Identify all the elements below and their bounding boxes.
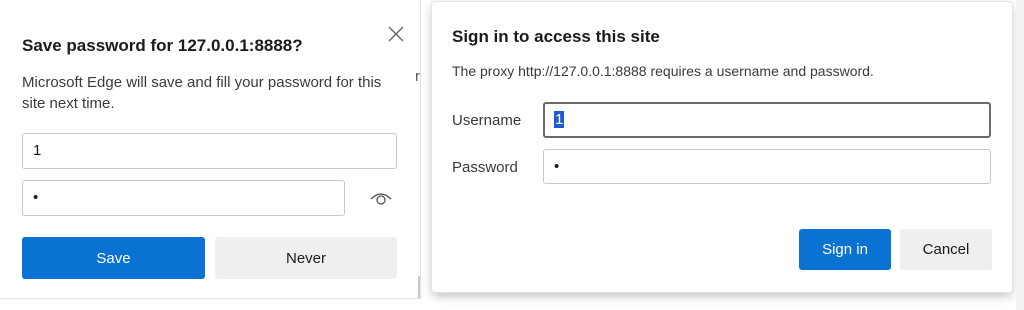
saved-password-value: •	[33, 189, 39, 206]
save-password-popup: Save password for 127.0.0.1:8888? Micros…	[0, 0, 421, 299]
save-password-title: Save password for 127.0.0.1:8888?	[22, 36, 303, 55]
saved-username-value: 1	[33, 142, 42, 159]
background-edge	[1016, 0, 1024, 310]
password-label: Password	[452, 159, 518, 176]
auth-dialog-message: The proxy http://127.0.0.1:8888 requires…	[452, 63, 874, 79]
auth-dialog-title: Sign in to access this site	[452, 27, 660, 46]
never-button[interactable]: Never	[215, 237, 397, 279]
close-icon[interactable]	[386, 24, 406, 44]
cancel-button[interactable]: Cancel	[900, 229, 992, 270]
eye-icon[interactable]	[370, 190, 392, 206]
username-input-value: 1	[554, 111, 565, 128]
background-divider	[418, 276, 420, 298]
saved-username-field[interactable]: 1	[22, 133, 397, 169]
username-input[interactable]: 1	[543, 102, 991, 138]
background-text-fragment: r	[415, 68, 420, 85]
sign-in-button[interactable]: Sign in	[799, 229, 891, 270]
password-input[interactable]: •	[543, 149, 991, 184]
saved-password-field[interactable]: •	[22, 180, 345, 216]
password-input-value: •	[554, 158, 560, 175]
save-button[interactable]: Save	[22, 237, 205, 279]
username-label: Username	[452, 112, 522, 129]
save-password-description: Microsoft Edge will save and fill your p…	[22, 74, 382, 112]
proxy-auth-dialog: Sign in to access this site The proxy ht…	[432, 2, 1012, 292]
